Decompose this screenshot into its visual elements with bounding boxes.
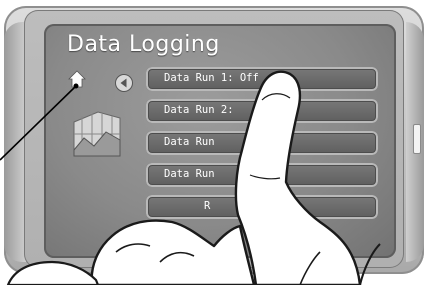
data-run-list: Data Run 1: Off Data Run 2: Data Run Dat… (146, 67, 378, 227)
data-logging-chart-icon (73, 111, 121, 157)
data-run-4-button[interactable]: Data Run (146, 163, 378, 187)
back-arrow-icon[interactable] (114, 73, 134, 93)
menu-item-label: Data Run (164, 168, 215, 180)
touch-screen: Data Logging Data Run 1: Off Data Run 2:… (44, 24, 396, 258)
home-icon[interactable] (68, 70, 86, 88)
left-grip (4, 22, 26, 262)
data-run-2-button[interactable]: Data Run 2: (146, 99, 378, 123)
data-run-1-button[interactable]: Data Run 1: Off (146, 67, 378, 91)
data-run-5-button[interactable]: R (146, 195, 378, 219)
data-run-3-button[interactable]: Data Run (146, 131, 378, 155)
menu-item-label: Data Run (164, 136, 215, 148)
page-title: Data Logging (67, 32, 220, 57)
menu-item-label: Data Run 1: Off (164, 72, 259, 84)
side-clip (413, 124, 421, 154)
menu-item-label: Data Run 2: (164, 104, 234, 116)
menu-item-label: R (204, 200, 211, 212)
